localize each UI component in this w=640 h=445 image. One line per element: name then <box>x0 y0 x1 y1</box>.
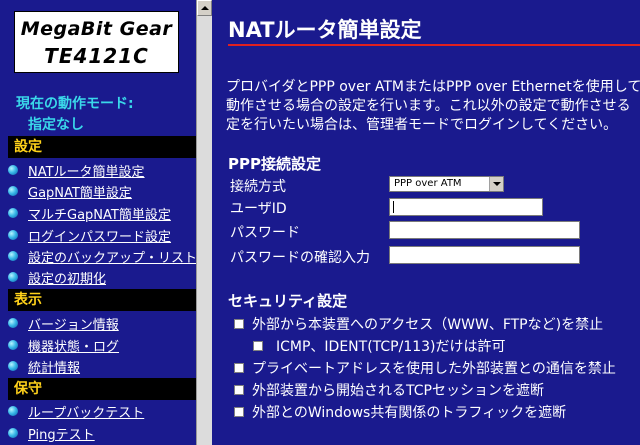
intro-line: 動作させる場合の設定を行います。これ以外の設定で動作させる <box>226 98 631 114</box>
connection-method-value: PPP over ATM <box>394 178 462 189</box>
checkbox-block-external-access[interactable] <box>234 319 244 329</box>
text-caret <box>393 201 394 213</box>
userid-label: ユーザID <box>230 201 287 217</box>
nav-link[interactable]: 設定の初期化 <box>28 268 106 287</box>
nav-section-display: 表示 <box>8 289 196 311</box>
mode-value: 指定なし <box>28 117 84 133</box>
bullet-icon <box>8 340 18 350</box>
nav-link[interactable]: 機器状態・ログ <box>28 336 119 355</box>
sidebar-scrollbar[interactable] <box>196 0 212 445</box>
bullet-icon <box>8 186 18 196</box>
nav-link[interactable]: バージョン情報 <box>28 314 119 333</box>
logo-brand: MegaBit Gear <box>20 18 173 40</box>
page-title: NATルータ簡単設定 <box>228 18 422 42</box>
bullet-icon <box>8 318 18 328</box>
password-confirm-label: パスワードの確認入力 <box>230 250 370 266</box>
nav-link[interactable]: Pingテスト <box>28 424 95 443</box>
bullet-icon <box>8 428 18 438</box>
option-block-external-access: 外部から本装置へのアクセス（WWW、FTPなど)を禁止 <box>252 317 604 333</box>
title-divider <box>228 44 640 46</box>
bullet-icon <box>8 165 18 175</box>
nav-link[interactable]: マルチGapNAT簡単設定 <box>28 204 171 223</box>
bullet-icon <box>8 361 18 371</box>
security-heading: セキュリティ設定 <box>228 292 348 310</box>
checkbox-block-inbound-tcp[interactable] <box>234 385 244 395</box>
nav-link[interactable]: GapNAT簡単設定 <box>28 182 132 201</box>
scroll-up-icon[interactable] <box>197 0 212 16</box>
sidebar: MegaBit Gear TE4121C 現在の動作モード: 指定なし 設定 N… <box>0 0 196 445</box>
main-content: NATルータ簡単設定 プロバイダとPPP over ATMまたはPPP over… <box>212 0 640 445</box>
option-block-inbound-tcp: 外部装置から開始されるTCPセッションを遮断 <box>252 383 544 399</box>
chevron-down-icon[interactable] <box>489 177 503 191</box>
option-allow-icmp-ident: ICMP、IDENT(TCP/113)だけは許可 <box>276 339 506 355</box>
nav-link[interactable]: 設定のバックアップ・リストア <box>28 247 196 266</box>
password-input[interactable] <box>389 221 580 239</box>
logo-model: TE4121C <box>44 44 149 68</box>
mode-label: 現在の動作モード: <box>16 96 134 112</box>
userid-input[interactable] <box>389 198 543 216</box>
bullet-icon <box>8 208 18 218</box>
nav-link[interactable]: ログインパスワード設定 <box>28 226 171 245</box>
connection-method-label: 接続方式 <box>230 179 286 195</box>
nav-section-settings: 設定 <box>8 136 196 158</box>
connection-method-select[interactable]: PPP over ATM <box>389 176 504 192</box>
intro-line: 定を行いたい場合は、管理者モードでログインしてください。 <box>226 117 618 133</box>
password-confirm-input[interactable] <box>389 246 580 264</box>
nav-link[interactable]: NATルータ簡単設定 <box>28 161 145 180</box>
checkbox-block-private-address[interactable] <box>234 363 244 373</box>
option-block-windows-sharing: 外部とのWindows共有関係のトラフィックを遮断 <box>252 405 567 421</box>
password-label: パスワード <box>230 225 300 241</box>
intro-line: プロバイダとPPP over ATMまたはPPP over Ethernetを使… <box>226 79 640 95</box>
checkbox-block-windows-sharing[interactable] <box>234 407 244 417</box>
bullet-icon <box>8 230 18 240</box>
bullet-icon <box>8 406 18 416</box>
nav-link[interactable]: ループバックテスト <box>28 402 144 421</box>
intro-text: プロバイダとPPP over ATMまたはPPP over Ethernetを使… <box>226 78 640 135</box>
checkbox-allow-icmp-ident[interactable] <box>253 341 263 351</box>
nav-section-maintenance: 保守 <box>8 378 196 400</box>
bullet-icon <box>8 251 18 261</box>
product-logo: MegaBit Gear TE4121C <box>14 11 179 73</box>
ppp-heading: PPP接続設定 <box>228 155 321 173</box>
nav-link[interactable]: 統計情報 <box>28 357 80 376</box>
option-block-private-address: プライベートアドレスを使用した外部装置との通信を禁止 <box>252 361 616 377</box>
bullet-icon <box>8 272 18 282</box>
